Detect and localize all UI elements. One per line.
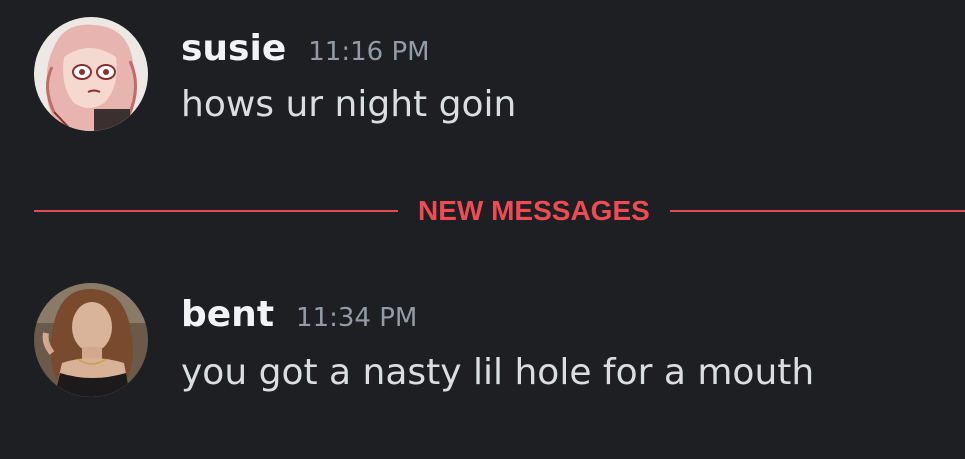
drawn-character-avatar-icon (34, 17, 148, 131)
timestamp: 11:16 PM (308, 37, 430, 67)
timestamp: 11:34 PM (296, 303, 418, 333)
message-content: hows ur night goin (181, 84, 517, 125)
message-item: susie 11:16 PM hows ur night goin (0, 0, 965, 170)
message-header: bent 11:34 PM (181, 294, 417, 335)
new-messages-divider: NEW MESSAGES (34, 189, 965, 233)
message-header: susie 11:16 PM (181, 28, 430, 69)
divider-line (34, 210, 398, 212)
divider-line (669, 210, 965, 212)
message-content: you got a nasty lil hole for a mouth (181, 352, 815, 393)
username[interactable]: susie (181, 28, 286, 69)
avatar[interactable] (34, 17, 148, 131)
photo-avatar-icon (34, 283, 148, 397)
new-messages-label: NEW MESSAGES (418, 195, 650, 226)
message-item: bent 11:34 PM you got a nasty lil hole f… (0, 270, 965, 440)
username[interactable]: bent (181, 294, 274, 335)
avatar[interactable] (34, 283, 148, 397)
